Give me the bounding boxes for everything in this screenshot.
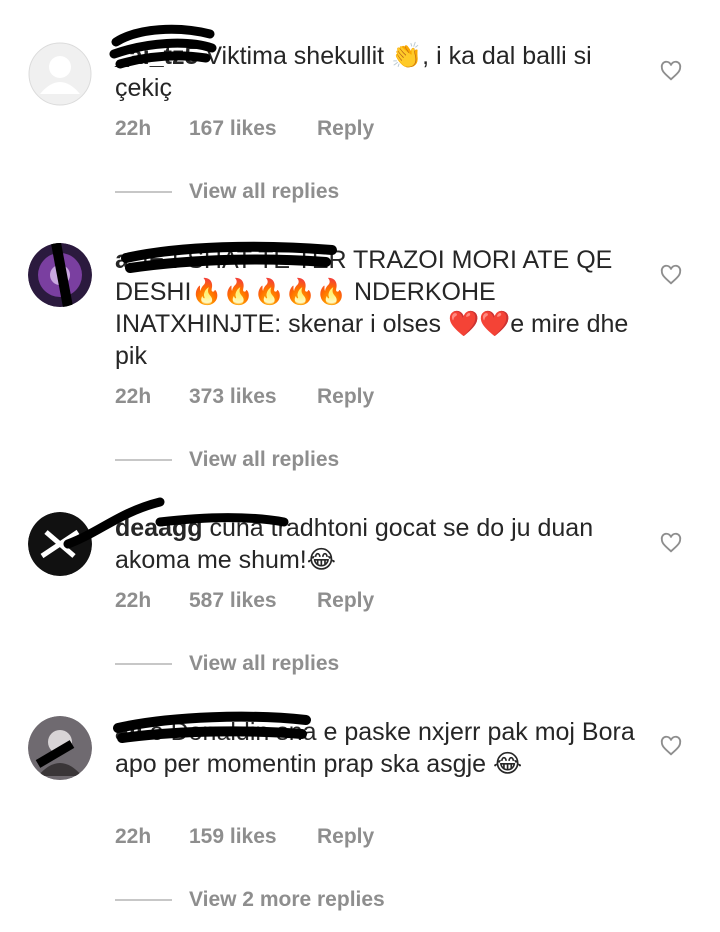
comment-text: deaagg cuna tradhtoni gocat se do ju dua… xyxy=(115,512,635,576)
comment-meta: 22h 587 likes Reply xyxy=(115,589,374,613)
reply-button[interactable]: Reply xyxy=(317,117,374,141)
divider-line xyxy=(115,459,172,461)
user-photo-icon xyxy=(28,243,92,307)
default-avatar-icon xyxy=(28,42,92,106)
comment-likes[interactable]: 587 likes xyxy=(189,589,317,613)
view-replies-label[interactable]: View all replies xyxy=(189,652,339,676)
avatar[interactable] xyxy=(28,512,92,576)
comment-username[interactable]: all xyxy=(115,718,143,746)
view-replies[interactable]: View all replies xyxy=(115,652,339,676)
reply-button[interactable]: Reply xyxy=(317,589,374,613)
avatar[interactable] xyxy=(28,243,92,307)
comment-time: 22h xyxy=(115,825,152,848)
comment-meta: 22h 373 likes Reply xyxy=(115,385,374,409)
comment-body: o Donaldin sna e paske nxjerr pak moj Bo… xyxy=(115,718,635,778)
view-replies[interactable]: View all replies xyxy=(115,180,339,204)
avatar[interactable] xyxy=(28,716,92,780)
comment-username[interactable]: _ai_tz5 xyxy=(115,42,198,70)
divider-line xyxy=(115,899,172,901)
reply-button[interactable]: Reply xyxy=(317,385,374,409)
comment-meta: 22h 159 likes Reply xyxy=(115,825,374,849)
view-replies-label[interactable]: View 2 more replies xyxy=(189,888,385,912)
comment-text: all o Donaldin sna e paske nxjerr pak mo… xyxy=(115,716,635,780)
comment-time: 22h xyxy=(115,385,152,408)
comment-time: 22h xyxy=(115,589,152,612)
comment-time: 22h xyxy=(115,117,152,140)
user-photo-icon xyxy=(28,716,92,780)
like-heart-icon[interactable] xyxy=(660,532,682,554)
like-heart-icon[interactable] xyxy=(660,60,682,82)
like-heart-icon[interactable] xyxy=(660,264,682,286)
comment-text: a JE FSHAT TE TER TRAZOI MORI ATE QE DES… xyxy=(115,244,635,372)
avatar[interactable] xyxy=(28,42,92,106)
comment-likes[interactable]: 373 likes xyxy=(189,385,317,409)
view-replies-label[interactable]: View all replies xyxy=(189,448,339,472)
divider-line xyxy=(115,663,172,665)
comment-meta: 22h 167 likes Reply xyxy=(115,117,374,141)
comment-username[interactable]: deaagg xyxy=(115,514,203,542)
view-replies[interactable]: View all replies xyxy=(115,448,339,472)
comment-likes[interactable]: 167 likes xyxy=(189,117,317,141)
comment-body: JE FSHAT TE TER TRAZOI MORI ATE QE DESHI… xyxy=(115,246,629,370)
view-replies[interactable]: View 2 more replies xyxy=(115,888,385,912)
user-photo-icon xyxy=(28,512,92,576)
comment-username[interactable]: a xyxy=(115,246,129,274)
view-replies-label[interactable]: View all replies xyxy=(189,180,339,204)
comment-text: _ai_tz5 Viktima shekullit 👏, i ka dal ba… xyxy=(115,40,635,104)
reply-button[interactable]: Reply xyxy=(317,825,374,849)
like-heart-icon[interactable] xyxy=(660,735,682,757)
divider-line xyxy=(115,191,172,193)
comment-likes[interactable]: 159 likes xyxy=(189,825,317,849)
